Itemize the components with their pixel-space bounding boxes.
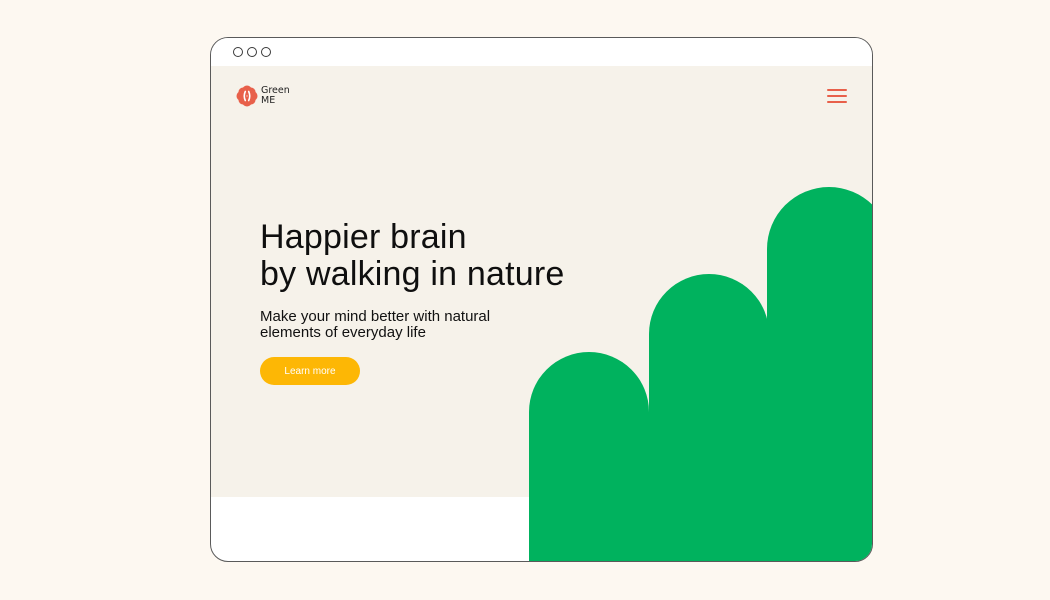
brand-name-line2: ME bbox=[261, 95, 276, 106]
hamburger-menu-icon[interactable] bbox=[827, 89, 849, 105]
headline-line1: Happier brain bbox=[260, 218, 467, 256]
browser-titlebar bbox=[211, 38, 872, 66]
menu-line bbox=[827, 101, 847, 103]
brain-flower-icon bbox=[236, 85, 258, 107]
subtitle-line1: Make your mind better with natural bbox=[260, 308, 491, 325]
window-control-dot[interactable] bbox=[247, 47, 257, 57]
window-control-dot[interactable] bbox=[261, 47, 271, 57]
hero-subtitle: Make your mind better with natural eleme… bbox=[260, 309, 490, 341]
brand-name: Green ME bbox=[261, 86, 290, 106]
window-control-dot[interactable] bbox=[233, 47, 243, 57]
learn-more-button[interactable]: Learn more bbox=[260, 357, 360, 385]
brand-logo[interactable]: Green ME bbox=[236, 84, 296, 110]
menu-line bbox=[827, 89, 847, 91]
headline-line2: by walking in nature bbox=[260, 255, 565, 293]
browser-window: Green ME Happier brain by walking in nat… bbox=[210, 37, 873, 562]
menu-line bbox=[827, 95, 847, 97]
hero-headline: Happier brain by walking in nature bbox=[260, 219, 565, 293]
subtitle-line2: elements of everyday life bbox=[260, 324, 426, 341]
